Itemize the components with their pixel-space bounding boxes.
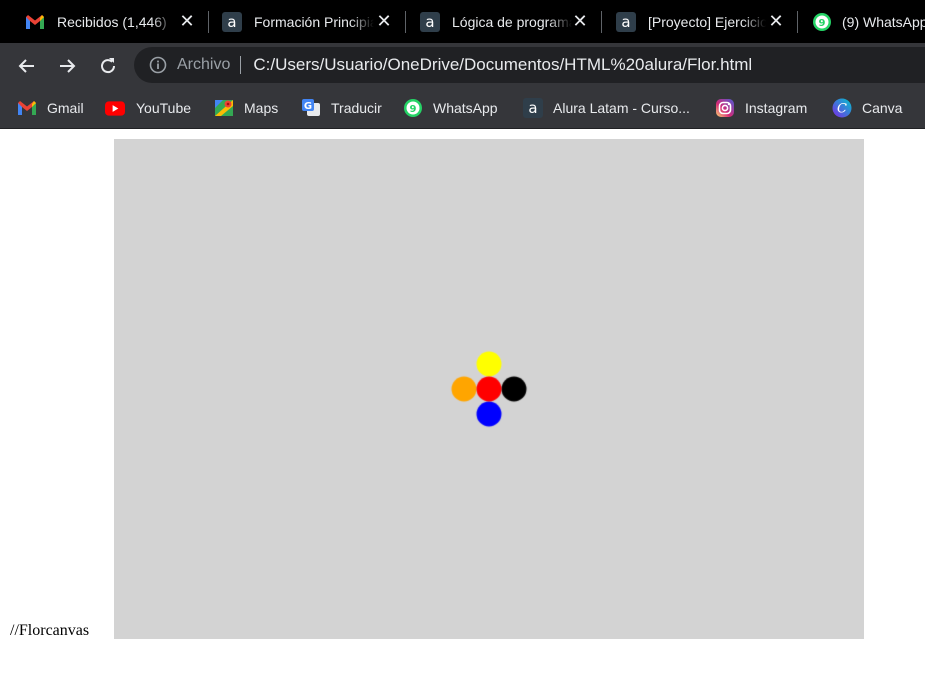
bookmark-label: Maps — [244, 100, 279, 116]
gmail-icon — [17, 98, 37, 118]
whatsapp-badge: 9 — [819, 18, 826, 29]
tab-alura-proyecto[interactable]: a [Proyecto] Ejercicio ✕ — [616, 0, 786, 43]
whatsapp-icon: 9 — [812, 12, 832, 32]
tab-title: [Proyecto] Ejercicio — [648, 13, 766, 30]
close-tab-icon[interactable]: ✕ — [177, 11, 197, 31]
tab-strip: Recibidos (1,446) ✕ a Formación Principi… — [0, 0, 925, 43]
flower-canvas — [114, 139, 864, 639]
bookmark-label: Instagram — [745, 100, 808, 116]
svg-text:a: a — [425, 13, 434, 31]
tab-separator — [405, 11, 406, 33]
maps-icon — [214, 98, 234, 118]
bookmark-label: Traducir — [331, 100, 382, 116]
url-text[interactable]: C:/Users/Usuario/OneDrive/Documentos/HTM… — [253, 55, 752, 75]
tab-separator — [601, 11, 602, 33]
tab-separator — [797, 11, 798, 33]
bookmark-label: YouTube — [136, 100, 192, 116]
svg-text:C: C — [837, 102, 847, 117]
bookmark-instagram[interactable]: Instagram — [715, 96, 807, 120]
bookmark-gmail[interactable]: Gmail — [17, 96, 84, 120]
alura-icon: a — [222, 11, 242, 32]
reload-button[interactable] — [94, 52, 122, 80]
bookmark-whatsapp[interactable]: 9 WhatsApp — [403, 96, 498, 120]
bookmark-maps[interactable]: Maps — [214, 96, 278, 120]
forward-button[interactable] — [53, 52, 81, 80]
whatsapp-badge: 9 — [410, 104, 417, 115]
tab-title: (9) WhatsApp — [842, 13, 925, 30]
close-tab-icon[interactable]: ✕ — [766, 11, 786, 31]
tab-alura-formacion[interactable]: a Formación Principiante ✕ — [222, 0, 394, 43]
scheme-divider — [240, 56, 242, 74]
whatsapp-icon: 9 — [403, 98, 423, 118]
close-tab-icon[interactable]: ✕ — [570, 11, 590, 31]
bookmark-canva[interactable]: C Canva — [832, 96, 902, 120]
bookmark-youtube[interactable]: YouTube — [105, 96, 191, 120]
svg-text:G: G — [304, 101, 312, 112]
bookmark-label: Canva — [862, 100, 903, 116]
tab-title: Recibidos (1,446) — [57, 13, 167, 30]
bookmark-label: WhatsApp — [433, 100, 498, 116]
svg-text:a: a — [621, 13, 630, 31]
info-icon[interactable] — [148, 55, 168, 75]
address-bar[interactable]: Archivo C:/Users/Usuario/OneDrive/Docume… — [134, 47, 925, 83]
gmail-icon — [25, 12, 45, 32]
alura-icon: a — [523, 98, 543, 118]
reload-icon — [101, 58, 116, 74]
page-comment-text: //Florcanvas — [10, 622, 90, 639]
forward-arrow-icon — [60, 59, 76, 73]
bookmark-alura[interactable]: a Alura Latam - Curso... — [523, 96, 690, 120]
tab-whatsapp[interactable]: 9 (9) WhatsApp — [812, 0, 925, 43]
instagram-icon — [715, 98, 735, 118]
back-button[interactable] — [13, 52, 41, 80]
svg-text:a: a — [528, 99, 537, 117]
svg-text:a: a — [227, 13, 236, 31]
bookmark-label: Gmail — [47, 100, 84, 116]
tab-title: Formación Principiante — [254, 13, 374, 30]
close-tab-icon[interactable]: ✕ — [374, 11, 394, 31]
bookmarks-bar: Gmail YouTube Maps G Traducir 9 WhatsApp… — [0, 88, 925, 129]
tab-title: Lógica de programación — [452, 13, 572, 30]
back-arrow-icon — [18, 59, 34, 73]
browser-toolbar: Archivo C:/Users/Usuario/OneDrive/Docume… — [0, 43, 925, 88]
youtube-icon — [105, 98, 125, 118]
scheme-label: Archivo — [177, 56, 231, 73]
tab-separator — [208, 11, 209, 33]
bookmark-traducir[interactable]: G Traducir — [301, 96, 382, 120]
alura-icon: a — [616, 11, 636, 32]
tab-gmail[interactable]: Recibidos (1,446) ✕ — [25, 0, 197, 43]
tab-alura-logica[interactable]: a Lógica de programación ✕ — [420, 0, 590, 43]
bookmark-label: Alura Latam - Curso... — [553, 100, 690, 116]
translate-icon: G — [301, 98, 321, 118]
canva-icon: C — [832, 98, 852, 118]
alura-icon: a — [420, 11, 440, 32]
